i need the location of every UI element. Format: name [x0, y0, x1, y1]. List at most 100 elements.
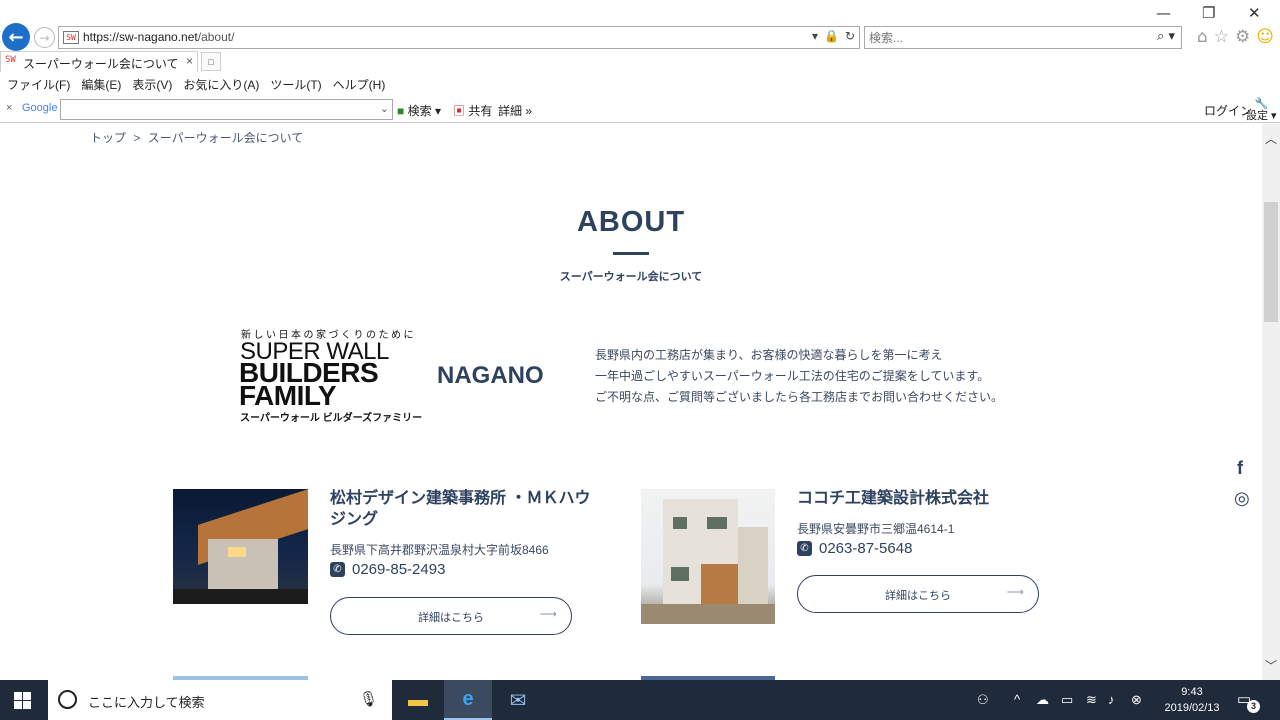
google-search-button[interactable]: ■ 検索 ▾ [397, 102, 441, 119]
home-icon[interactable]: ⌂ [1197, 27, 1208, 47]
gear-icon[interactable]: ⚙ [1235, 27, 1250, 47]
google-settings-label: 設定 [1246, 110, 1268, 122]
scrollbar-thumb[interactable] [1264, 202, 1278, 322]
cortana-icon [58, 690, 77, 709]
internet-explorer-icon[interactable]: e [444, 680, 492, 720]
favorites-star-icon[interactable]: ☆ [1214, 27, 1229, 47]
share-icon: ▣ [453, 104, 466, 118]
intro-line: 一年中過ごしやすいスーパーウォール工法の住宅のご提案をしています。 [595, 369, 990, 383]
taskbar-search[interactable]: ここに入力して検索 🎙 [48, 680, 392, 720]
menu-file[interactable]: ファイル(F) [7, 74, 70, 96]
page-content: トップ > スーパーウォール会について ABOUT スーパーウォール会について … [0, 124, 1262, 680]
battery-icon[interactable]: ▭ [1061, 692, 1073, 708]
tab-title: スーパーウォール会について | 長野... [23, 57, 181, 71]
windows-start-icon[interactable] [14, 692, 31, 709]
details-button-1[interactable]: 詳細はこちら ⟶ [330, 597, 572, 635]
vertical-scrollbar[interactable]: ︿ ﹀ [1262, 124, 1280, 680]
intro-line: 長野県内の工務店が集まり、お客様の快適な暮らしを第一に考え [595, 348, 943, 362]
toolbar-close-icon[interactable]: × [6, 102, 12, 114]
builder-tel-1[interactable]: ✆ 0269-85-2493 [330, 561, 445, 578]
new-tab-button[interactable]: ▫ [201, 52, 221, 71]
microphone-icon[interactable]: 🎙 [359, 690, 378, 708]
forward-button[interactable]: → [34, 27, 55, 48]
search-icon[interactable]: ⌕ ▾ [1157, 29, 1175, 44]
menu-favorites[interactable]: お気に入り(A) [183, 74, 259, 96]
breadcrumb-home-link[interactable]: トップ [90, 131, 126, 145]
menu-edit[interactable]: 編集(E) [81, 74, 121, 96]
arrow-right-icon: ⟶ [539, 607, 557, 621]
new-tab-icon: ▫ [207, 55, 215, 68]
photo-shape [671, 567, 689, 581]
google-search-icon: ■ [397, 104, 405, 118]
chevron-up-icon[interactable]: ^ [1014, 692, 1020, 707]
google-login-button[interactable]: ログイン [1204, 102, 1252, 119]
smiley-feedback-icon[interactable]: ☺ [1256, 27, 1274, 47]
arrow-right-icon: ⟶ [1006, 585, 1024, 599]
wifi-icon[interactable]: ≋ [1086, 692, 1097, 708]
menu-view[interactable]: 表示(V) [132, 74, 172, 96]
logo-nagano: NAGANO [437, 362, 544, 389]
site-favicon-icon: SW [63, 31, 79, 44]
google-more-button[interactable]: 詳細 » [498, 102, 532, 119]
google-settings-button[interactable]: 🔧 設定 ▾ [1246, 98, 1277, 122]
breadcrumb-current: スーパーウォール会について [147, 131, 304, 145]
builder-tel-2[interactable]: ✆ 0263-87-5648 [797, 540, 912, 557]
scroll-up-icon[interactable]: ︿ [1265, 130, 1277, 147]
breadcrumb: トップ > スーパーウォール会について [90, 129, 303, 146]
back-button[interactable]: ← [2, 23, 30, 51]
clock-time: 9:43 [1181, 686, 1203, 698]
url-host: https://sw-nagano.net [83, 30, 198, 44]
arrow-left-icon: ← [8, 26, 24, 48]
builder-name-1[interactable]: 松村デザイン建築事務所 ・ＭＫハウ ジング [330, 488, 620, 530]
restore-icon[interactable]: ❐ [1202, 4, 1215, 22]
url-path: /about/ [197, 30, 235, 44]
browser-search-input[interactable] [869, 29, 1139, 46]
photo-shape [673, 517, 687, 529]
scroll-down-icon[interactable]: ﹀ [1265, 657, 1277, 674]
page-title: ABOUT [576, 206, 686, 238]
facebook-icon[interactable]: f [1237, 458, 1243, 479]
builder-name-line: ジング [330, 511, 379, 528]
address-dropdown-icon[interactable]: ▾ [812, 29, 818, 43]
lock-icon[interactable]: 🔒 [824, 29, 839, 43]
details-button-2[interactable]: 詳細はこちら ⟶ [797, 575, 1039, 613]
tab-close-icon[interactable]: × [186, 54, 193, 68]
chevron-down-icon[interactable]: ⌄ [380, 102, 389, 115]
tab-active[interactable]: SW スーパーウォール会について | 長野... × [0, 51, 198, 72]
ime-off-icon[interactable]: ⊗ [1131, 692, 1142, 708]
logo-family: FAMILY [239, 380, 337, 411]
volume-icon[interactable]: ♪ [1108, 692, 1115, 707]
taskbar: ここに入力して検索 🎙 ▬ e ✉ ⚇ ^ ☁ ▭ ≋ ♪ ⊗ 9:43 201… [0, 680, 1280, 720]
address-url[interactable]: https://sw-nagano.net/about/ [83, 30, 234, 44]
notification-count: 3 [1247, 700, 1260, 713]
google-search-input[interactable]: ⌄ [60, 99, 393, 120]
file-explorer-icon[interactable]: ▬ [394, 680, 442, 720]
menu-help[interactable]: ヘルプ(H) [333, 74, 386, 96]
intro-line: ご不明な点、ご質問等ございましたら各工務店までお問い合わせください。 [595, 390, 1004, 404]
address-bar[interactable]: SW https://sw-nagano.net/about/ ▾ 🔒 ↻ [58, 26, 860, 49]
mail-app-icon[interactable]: ✉ [494, 680, 542, 720]
builder-photo-2[interactable] [641, 489, 775, 624]
google-more-label: 詳細 [498, 104, 523, 118]
google-share-button[interactable]: ▣ 共有 [453, 102, 492, 119]
builder-name-line: ココチ工建築設計株式会社 [797, 490, 990, 507]
notification-icon[interactable]: ▭ 3 [1237, 690, 1260, 713]
builder-name-2[interactable]: ココチ工建築設計株式会社 [797, 488, 1097, 509]
photo-shape [641, 604, 775, 624]
instagram-icon[interactable]: ◎ [1234, 488, 1250, 509]
minimize-icon[interactable]: — [1156, 4, 1171, 22]
wrench-icon: 🔧 [1254, 98, 1269, 110]
people-icon[interactable]: ⚇ [977, 692, 989, 708]
browser-search-box[interactable]: ⌕ ▾ [864, 26, 1182, 49]
close-window-icon[interactable]: ✕ [1248, 4, 1261, 22]
title-underline [613, 252, 649, 255]
refresh-icon[interactable]: ↻ [845, 29, 855, 43]
builder-tel-number: 0269-85-2493 [352, 561, 446, 578]
menu-tools[interactable]: ツール(T) [270, 74, 321, 96]
photo-shape [701, 564, 738, 604]
builder-photo-1[interactable] [173, 489, 308, 604]
builder-tel-number: 0263-87-5648 [819, 540, 913, 557]
phone-icon: ✆ [330, 562, 345, 577]
onedrive-icon[interactable]: ☁ [1036, 692, 1049, 708]
taskbar-clock[interactable]: 9:43 2019/02/13 [1154, 684, 1230, 716]
